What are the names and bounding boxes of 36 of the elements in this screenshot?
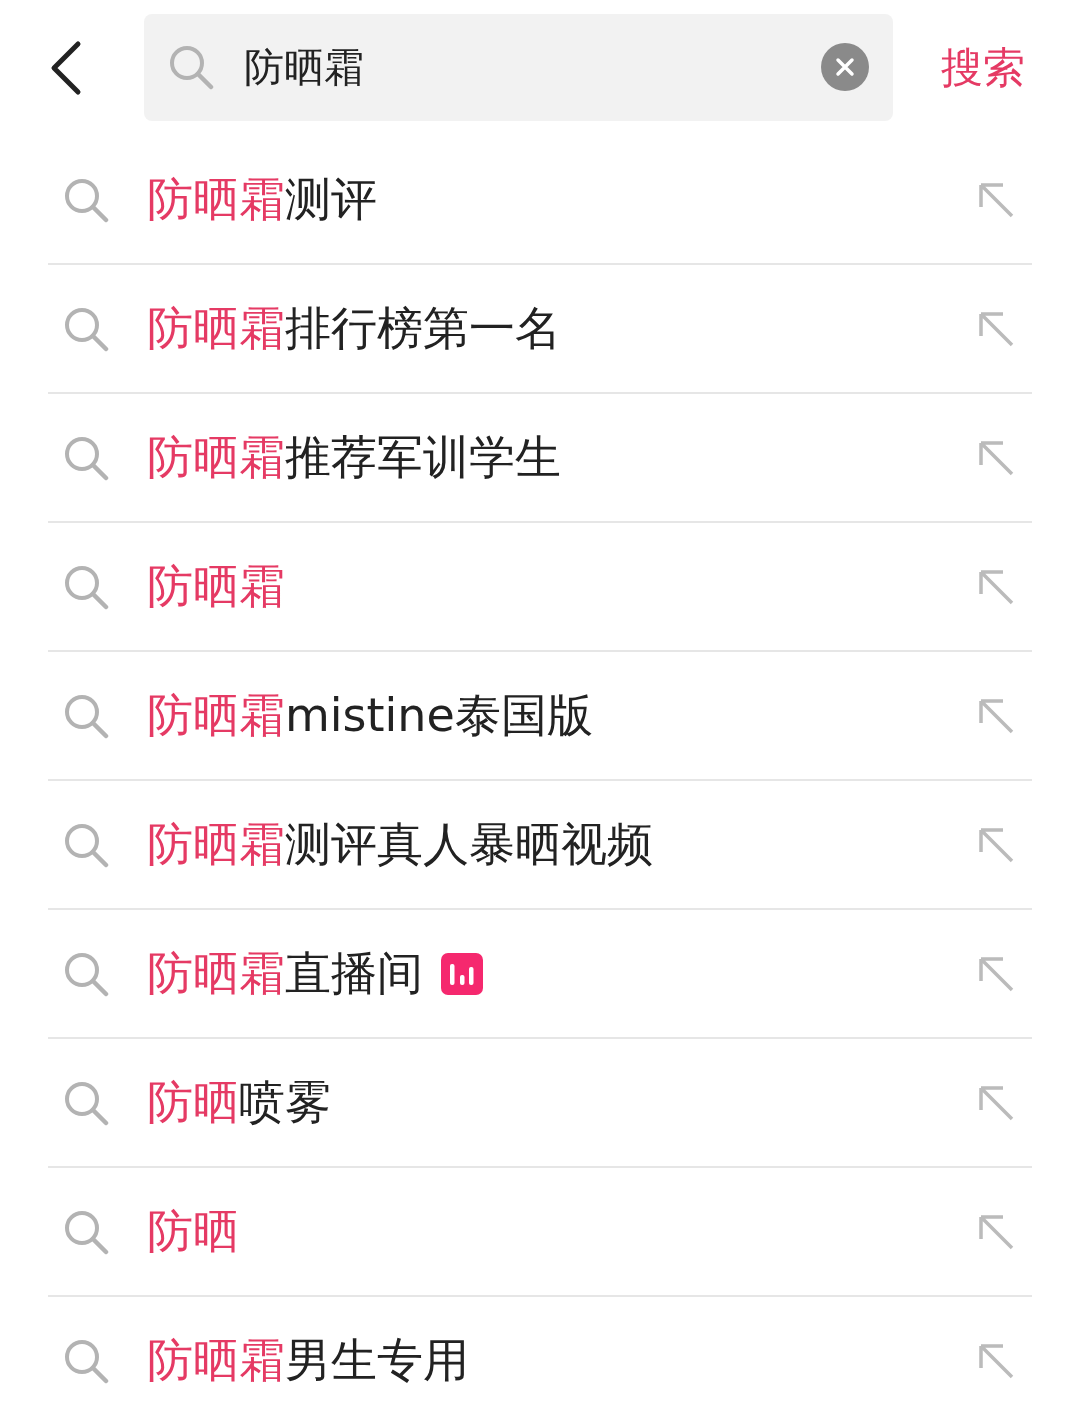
clear-button[interactable] <box>821 43 869 91</box>
search-bar[interactable]: 防晒霜 <box>144 13 893 121</box>
search-icon <box>63 305 109 352</box>
suggestion-item[interactable]: 防晒霜测评真人暴晒视频 <box>48 781 1032 910</box>
search-icon <box>63 434 109 481</box>
suggestion-item[interactable]: 防晒霜mistine泰国版 <box>48 652 1032 781</box>
suggestion-text: 防晒霜排行榜第一名 <box>147 299 561 357</box>
suggestion-text: 防晒霜 <box>147 557 285 615</box>
suggestion-text: 防晒霜男生专用 <box>147 1331 469 1389</box>
search-icon <box>63 1079 109 1126</box>
search-icon <box>168 44 214 90</box>
suggestion-text: 防晒 <box>147 1202 239 1260</box>
suggestion-text: 防晒霜测评真人暴晒视频 <box>147 815 653 873</box>
search-icon <box>63 821 109 868</box>
suggestion-text: 防晒霜测评 <box>147 170 377 228</box>
suggestion-text: 防晒喷雾 <box>147 1073 331 1131</box>
suggestion-item[interactable]: 防晒霜测评 <box>48 136 1032 265</box>
query-input[interactable]: 防晒霜 <box>244 44 821 90</box>
close-icon <box>835 57 855 77</box>
suggestion-text: 防晒霜直播间 <box>147 944 423 1002</box>
suggestion-text: 防晒霜mistine泰国版 <box>147 686 593 744</box>
search-icon <box>63 1208 109 1255</box>
suggestion-item[interactable]: 防晒霜直播间 <box>48 910 1032 1039</box>
suggestion-item[interactable]: 防晒霜 <box>48 523 1032 652</box>
suggestion-item[interactable]: 防晒喷雾 <box>48 1039 1032 1168</box>
search-icon <box>63 692 109 739</box>
suggestion-item[interactable]: 防晒霜推荐军训学生 <box>48 394 1032 523</box>
search-button[interactable]: 搜索 <box>941 40 1025 96</box>
suggestion-item[interactable]: 防晒 <box>48 1168 1032 1297</box>
search-icon <box>63 1337 109 1384</box>
search-icon <box>63 176 109 223</box>
suggestion-item[interactable]: 防晒霜排行榜第一名 <box>48 265 1032 394</box>
search-icon <box>63 950 109 997</box>
suggestion-item[interactable]: 防晒霜男生专用 <box>48 1297 1032 1420</box>
search-icon <box>63 563 109 610</box>
suggestion-text: 防晒霜推荐军训学生 <box>147 428 561 486</box>
